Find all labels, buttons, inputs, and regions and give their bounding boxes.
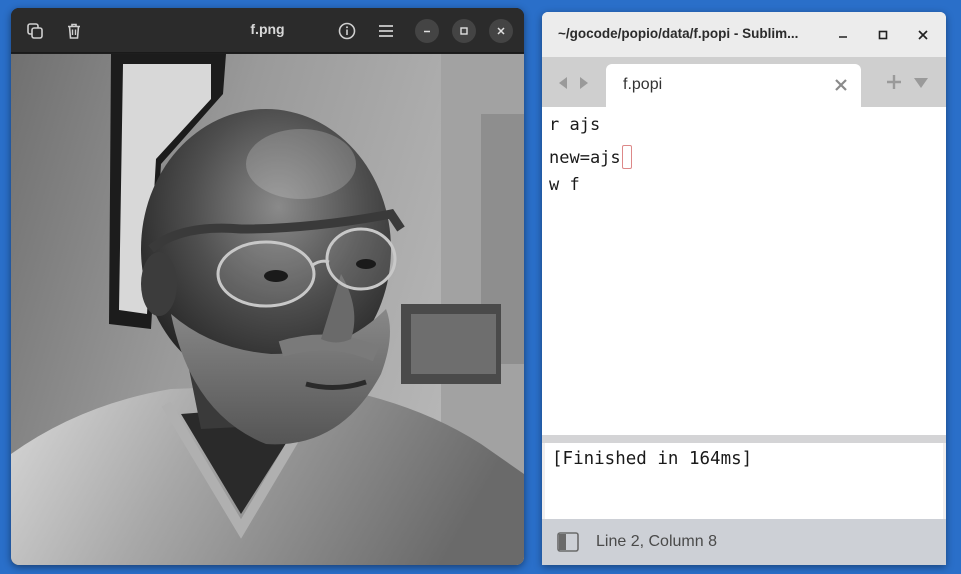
code-line-3: w f [549,175,580,195]
code-line-1: r ajs [549,115,601,135]
close-icon[interactable] [913,25,933,45]
code-line-2-text: new=ajs [549,148,621,168]
tab-close-icon[interactable] [833,77,849,93]
sidebar-toggle-icon[interactable] [557,532,579,556]
info-icon[interactable] [334,18,360,44]
hamburger-menu-icon[interactable] [373,18,399,44]
build-output-text: [Finished in 164ms] [552,449,753,469]
panel-divider[interactable] [542,435,946,443]
text-cursor [621,145,632,169]
maximize-icon[interactable] [452,19,476,43]
image-viewer-window: f.png [11,8,524,565]
cursor-position-status: Line 2, Column 8 [596,533,717,550]
code-editor[interactable]: r ajs new=ajs w f [542,107,946,435]
sublime-titlebar: ~/gocode/popio/data/f.popi - Sublim... [542,12,946,57]
tab-forward-icon[interactable] [577,75,591,94]
code-line-2: new=ajs [549,145,632,169]
minimize-icon[interactable] [833,25,853,45]
maximize-icon[interactable] [873,25,893,45]
new-tab-plus-icon[interactable] [885,73,903,95]
tab-f-popi[interactable]: f.popi [606,64,861,107]
portrait-photo [11,54,524,565]
minimize-icon[interactable] [415,19,439,43]
sublime-text-window: ~/gocode/popio/data/f.popi - Sublim... f… [542,12,946,565]
tab-back-icon[interactable] [556,75,570,94]
tab-bar: f.popi [542,57,946,107]
close-icon[interactable] [489,19,513,43]
viewer-title: f.png [250,21,285,37]
tab-label: f.popi [623,76,663,93]
viewer-header-bar: f.png [11,8,524,53]
tab-list-dropdown-icon[interactable] [913,75,929,94]
status-bar: Line 2, Column 8 [542,519,946,565]
window-title: ~/gocode/popio/data/f.popi - Sublim... [558,26,799,41]
build-output-panel: [Finished in 164ms] [545,443,943,519]
